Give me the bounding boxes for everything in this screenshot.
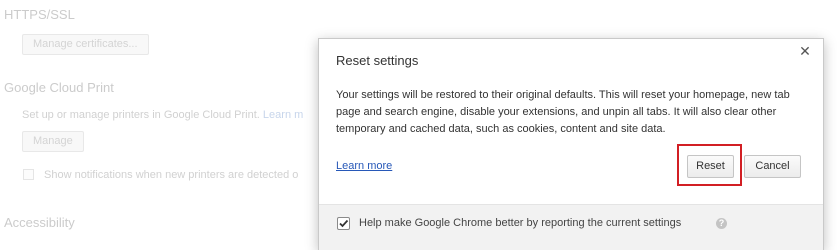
cancel-button[interactable]: Cancel xyxy=(744,155,801,178)
dialog-message: Your settings will be restored to their … xyxy=(336,89,790,135)
dialog-title: Reset settings xyxy=(336,53,419,68)
report-settings-label: Help make Google Chrome better by report… xyxy=(359,217,682,229)
help-icon[interactable]: ? xyxy=(716,218,727,229)
reset-settings-dialog: Reset settings ✕ Your settings will be r… xyxy=(318,38,824,250)
dialog-footer: Help make Google Chrome better by report… xyxy=(319,204,823,250)
learn-more-link[interactable]: Learn more xyxy=(336,160,392,172)
close-icon[interactable]: ✕ xyxy=(798,44,812,58)
report-settings-checkbox[interactable] xyxy=(337,217,350,230)
checkmark-icon xyxy=(339,219,349,228)
reset-button[interactable]: Reset xyxy=(687,155,734,178)
